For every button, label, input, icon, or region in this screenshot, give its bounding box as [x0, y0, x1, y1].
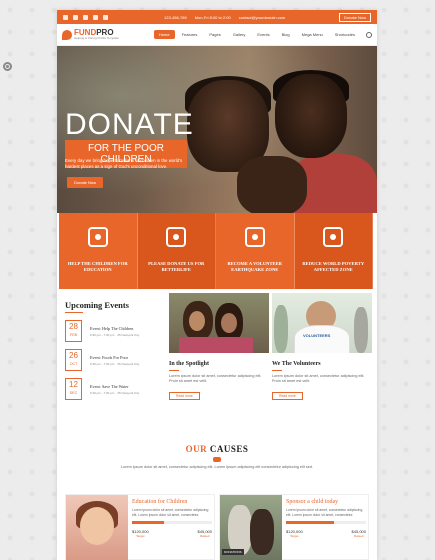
event-item[interactable]: 26 OCT Event: Foods For Poor 6:30 pm - 7:3… — [65, 348, 165, 372]
nav-item-shortcodes[interactable]: Shortcodes — [330, 30, 360, 39]
cause-card[interactable]: Education for Children Lorem ipsum dolor… — [65, 494, 215, 560]
donation-box-icon — [166, 227, 187, 247]
nav-item-mega-menu[interactable]: Mega Menu — [297, 30, 328, 39]
hero-banner: DONATE FOR THE POOR CHILDREN Every day w… — [57, 46, 377, 213]
features-strip: HELP THE CHILDREN FOR EDUCATION PLEASE D… — [59, 213, 373, 289]
facebook-icon[interactable] — [63, 14, 68, 20]
upcoming-events: Upcoming Events 28 FEB Event: Help The Ch… — [65, 300, 165, 406]
logo-tagline: Helping & Caring Profile Template — [74, 36, 119, 40]
volunteers-title: We The Volunteers — [272, 361, 321, 367]
cause-text: Lorem ipsum dolor sit amet, consectetur … — [132, 508, 209, 517]
instagram-icon[interactable] — [93, 14, 98, 20]
cause-target: $120,000 Target — [286, 529, 303, 539]
event-date: 26 OCT — [65, 349, 82, 371]
topbar-donate-button[interactable]: Donate Now — [338, 12, 371, 22]
volunteers-shirt-text: VOLUNTEERS — [303, 333, 331, 338]
event-title[interactable]: Event: Help The Children — [90, 326, 139, 331]
feature-tile[interactable]: HELP THE CHILDREN FOR EDUCATION — [59, 213, 138, 289]
event-place: 25 Newyork City — [117, 361, 140, 366]
header: FUNDPRO Helping & Caring Profile Template… — [57, 24, 377, 46]
hero-title: DONATE — [65, 108, 194, 141]
nav-item-events[interactable]: Events — [252, 30, 274, 39]
feature-tile[interactable]: REDUCE WORLD POVERTY AFFECTED ZONE — [294, 213, 373, 289]
causes-title: OUR CAUSES — [185, 444, 249, 454]
event-date: 12 DEC — [65, 378, 82, 400]
nav-item-gallery[interactable]: Gallery — [228, 30, 251, 39]
event-place: 25 Newyork City — [117, 332, 140, 337]
feature-label: REDUCE WORLD POVERTY AFFECTED ZONE — [302, 261, 365, 272]
feature-label: HELP THE CHILDREN FOR EDUCATION — [67, 261, 128, 272]
event-title[interactable]: Event: Save The Water — [90, 384, 139, 389]
cause-progress-fill — [286, 521, 334, 525]
spotlight-title: In the Spotlight — [169, 361, 210, 367]
nav-item-blog[interactable]: Blog — [277, 30, 295, 39]
volunteers-icon — [244, 227, 265, 247]
nav-item-features[interactable]: Features — [177, 30, 203, 39]
page-preview: 123-456-789 Mon-Fri 8:00 to 2:00 contact… — [57, 10, 377, 560]
pinterest-icon[interactable] — [103, 14, 108, 20]
event-time: 6:30 pm - 7:30 pm — [90, 332, 115, 337]
event-place: 25 Newyork City — [117, 390, 140, 395]
volunteers-card: VOLUNTEERS We The Volunteers Lorem ipsum… — [272, 293, 372, 402]
event-title[interactable]: Event: Foods For Poor — [90, 355, 139, 360]
events-title: Upcoming Events — [65, 300, 129, 310]
feature-tile[interactable]: BECOME A VOLUNTEER EARTHQUAKE ZONE — [216, 213, 295, 289]
hero-donate-button[interactable]: Donate Now — [67, 177, 104, 188]
spotlight-image — [169, 293, 269, 353]
cause-image — [66, 495, 128, 560]
hero-photo-child — [275, 74, 347, 158]
hand-icon — [213, 457, 221, 462]
feature-label: PLEASE DONATE US FOR BETTERLIFE — [148, 261, 205, 272]
logo[interactable]: FUNDPRO Helping & Caring Profile Template — [62, 29, 119, 40]
cause-image: DONATIONS — [220, 495, 282, 560]
settings-gear-icon[interactable] — [3, 62, 12, 71]
event-time: 6:30 pm - 7:30 pm — [90, 361, 115, 366]
feature-tile[interactable]: PLEASE DONATE US FOR BETTERLIFE — [137, 213, 216, 289]
cause-progress-bar — [286, 521, 366, 525]
cause-card[interactable]: DONATIONS Sponsor a child today Lorem ip… — [219, 494, 369, 560]
spotlight-card: In the Spotlight Lorem ipsum dolor sit a… — [169, 293, 269, 402]
hours-text: Mon-Fri 8:00 to 2:00 — [194, 14, 231, 20]
cause-text: Lorem ipsum dolor sit amet, consectetur … — [286, 508, 363, 517]
google-plus-icon[interactable] — [83, 14, 88, 20]
event-item[interactable]: 12 DEC Event: Save The Water 6:30 pm - 7:3… — [65, 377, 165, 401]
cause-title[interactable]: Education for Children — [132, 499, 212, 505]
main-nav: Home Features Pages Gallery Events Blog … — [153, 30, 372, 39]
twitter-icon[interactable] — [73, 14, 78, 20]
nav-item-home[interactable]: Home — [153, 30, 175, 39]
spotlight-read-more-button[interactable]: Read more — [169, 392, 200, 400]
nav-item-pages[interactable]: Pages — [204, 30, 225, 39]
hands-care-icon — [323, 227, 344, 247]
cause-progress-fill — [132, 521, 164, 525]
event-date: 28 FEB — [65, 320, 82, 342]
cause-image-label: DONATIONS — [222, 549, 244, 555]
heart-hand-icon — [87, 227, 108, 247]
event-item[interactable]: 28 FEB Event: Help The Children 6:30 pm - … — [65, 319, 165, 343]
social-links — [63, 14, 108, 20]
phone-text: 123-456-789 — [164, 14, 187, 20]
event-time: 6:30 pm - 7:30 pm — [90, 390, 115, 395]
contact-info: 123-456-789 Mon-Fri 8:00 to 2:00 contact… — [164, 15, 285, 20]
cause-progress-bar — [132, 521, 212, 525]
feature-label: BECOME A VOLUNTEER EARTHQUAKE ZONE — [227, 261, 282, 272]
hero-description: Every day we bring hope to millions of c… — [65, 158, 183, 169]
causes-text: Lorem ipsum dolor sit amet, consectetur … — [120, 465, 314, 469]
cause-title[interactable]: Sponsor a child today — [286, 499, 366, 505]
causes-section: OUR CAUSES Lorem ipsum dolor sit amet, c… — [57, 444, 377, 470]
search-icon[interactable] — [366, 31, 372, 38]
spotlight-text: Lorem ipsum dolor sit amet, consectetur … — [169, 374, 262, 383]
top-bar: 123-456-789 Mon-Fri 8:00 to 2:00 contact… — [57, 10, 377, 24]
volunteers-text: Lorem ipsum dolor sit amet, consectetur … — [272, 374, 365, 383]
cause-target: $120,000 Target — [132, 529, 149, 539]
volunteers-image: VOLUNTEERS — [272, 293, 372, 353]
email-text[interactable]: contact@yourdomain.com — [239, 15, 286, 20]
cause-raised: $45,000 Raised — [351, 529, 366, 539]
logo-icon — [62, 29, 72, 40]
volunteers-read-more-button[interactable]: Read more — [272, 392, 303, 400]
cause-raised: $45,000 Raised — [197, 529, 212, 539]
